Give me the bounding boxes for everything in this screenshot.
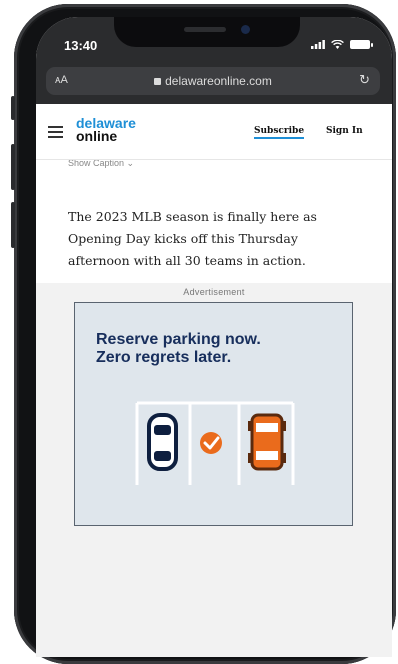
- logo-line-2: online: [76, 128, 118, 144]
- wifi-icon: [331, 40, 344, 49]
- signal-bars-icon: [311, 40, 325, 49]
- status-icons: [311, 40, 373, 49]
- battery-icon: [350, 40, 373, 49]
- parking-lot-icon: [135, 401, 295, 485]
- phone-volume-up: [11, 144, 15, 190]
- sign-in-link[interactable]: Sign In: [326, 126, 363, 136]
- phone-volume-down: [11, 202, 15, 248]
- status-time: 13:40: [64, 38, 98, 53]
- site-logo[interactable]: delaware online: [76, 116, 136, 144]
- phone-screen: 13:40 ᴀA delawareonline.com ↻ delaware o…: [36, 17, 392, 657]
- advertisement-section: Advertisement Reserve parking now. Zero …: [36, 283, 392, 657]
- speaker: [184, 27, 226, 32]
- ad-label: Advertisement: [183, 287, 245, 297]
- site-header: delaware online Subscribe Sign In: [36, 104, 392, 160]
- article-paragraph: The 2023 MLB season is finally here as O…: [68, 208, 317, 268]
- reload-icon[interactable]: ↻: [359, 72, 370, 88]
- ad-banner[interactable]: Reserve parking now. Zero regrets later.: [74, 302, 353, 526]
- url-display[interactable]: delawareonline.com: [46, 74, 380, 88]
- subscribe-link[interactable]: Subscribe: [254, 126, 305, 139]
- show-caption-toggle[interactable]: Show Caption ⌄: [68, 160, 134, 170]
- url-bar[interactable]: ᴀA delawareonline.com ↻: [46, 67, 380, 95]
- browser-chrome: 13:40 ᴀA delawareonline.com ↻: [36, 17, 392, 104]
- hamburger-menu-icon[interactable]: [48, 126, 63, 141]
- orange-checkmark-icon: [200, 432, 222, 454]
- blue-car-icon: [147, 413, 178, 471]
- ad-headline: Reserve parking now. Zero regrets later.: [96, 331, 326, 367]
- ad-headline-line-1: Reserve parking now.: [96, 331, 261, 348]
- ad-headline-line-2: Zero regrets later.: [96, 349, 232, 366]
- front-camera: [241, 25, 250, 34]
- phone-silent-switch: [11, 96, 15, 120]
- lock-icon: [154, 78, 162, 85]
- orange-car-icon: [248, 413, 286, 471]
- notch: [114, 17, 300, 47]
- url-text: delawareonline.com: [165, 74, 272, 88]
